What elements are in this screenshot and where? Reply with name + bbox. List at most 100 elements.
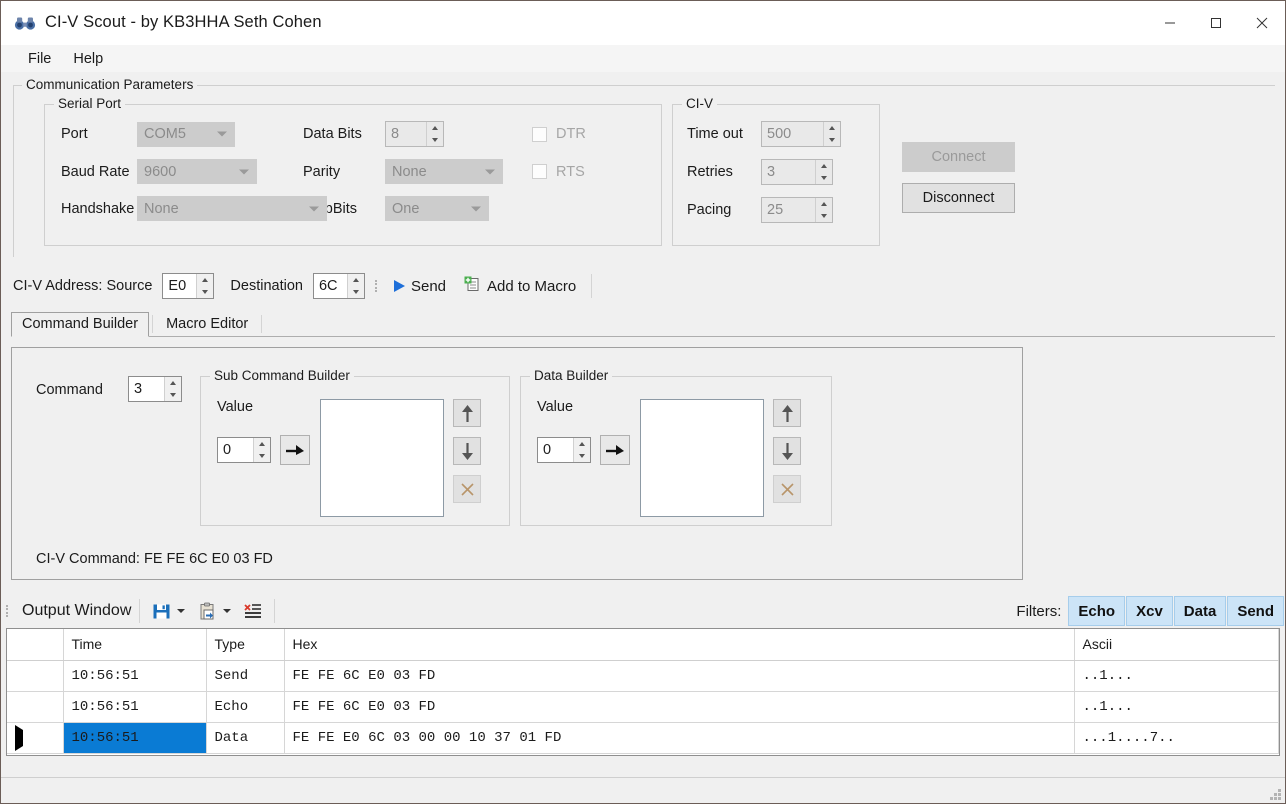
baud-rate-select[interactable]: 9600	[137, 159, 257, 184]
spin-up-icon[interactable]	[254, 438, 270, 450]
filter-xcv-button[interactable]: Xcv	[1126, 596, 1173, 626]
sub-command-move-up-button[interactable]	[453, 399, 481, 427]
column-header-hex[interactable]: Hex	[284, 629, 1074, 660]
spin-down-icon[interactable]	[427, 134, 443, 146]
data-bits-spin-arrows[interactable]	[426, 122, 443, 146]
minimize-button[interactable]	[1147, 1, 1193, 45]
spin-down-icon[interactable]	[254, 450, 270, 462]
cell-type[interactable]: Echo	[206, 691, 284, 722]
filter-echo-button[interactable]: Echo	[1068, 596, 1125, 626]
spin-up-icon[interactable]	[427, 122, 443, 134]
spin-down-icon[interactable]	[348, 286, 364, 298]
cell-hex[interactable]: FE FE E0 6C 03 00 00 10 37 01 FD	[284, 722, 1074, 753]
retries-stepper[interactable]: 3	[761, 159, 833, 185]
data-bits-stepper[interactable]: 8	[385, 121, 444, 147]
data-builder-spin-arrows[interactable]	[573, 438, 590, 462]
spin-up-icon[interactable]	[816, 198, 832, 210]
connect-button[interactable]: Connect	[902, 142, 1015, 172]
save-dropdown-button[interactable]	[174, 598, 188, 624]
tab-macro-editor[interactable]: Macro Editor	[156, 313, 258, 336]
cell-ascii[interactable]: ..1...	[1074, 660, 1279, 691]
spin-down-icon[interactable]	[574, 450, 590, 462]
column-header-type[interactable]: Type	[206, 629, 284, 660]
sub-command-spin-arrows[interactable]	[253, 438, 270, 462]
add-to-macro-button[interactable]: Add to Macro	[457, 273, 583, 300]
sub-command-add-button[interactable]	[280, 435, 310, 465]
stop-bits-select[interactable]: One	[385, 196, 489, 221]
cell-time[interactable]: 10:56:51	[63, 722, 206, 753]
command-stepper[interactable]: 3	[128, 376, 182, 402]
column-header-ascii[interactable]: Ascii	[1074, 629, 1279, 660]
spin-up-icon[interactable]	[574, 438, 590, 450]
table-row[interactable]: 10:56:51 Echo FE FE 6C E0 03 FD ..1...	[7, 691, 1279, 722]
destination-address-stepper[interactable]: 6C	[313, 273, 365, 299]
port-select[interactable]: COM5	[137, 122, 235, 147]
maximize-button[interactable]	[1193, 1, 1239, 45]
save-button[interactable]	[148, 598, 174, 624]
data-builder-add-button[interactable]	[600, 435, 630, 465]
menu-item-help[interactable]: Help	[62, 48, 114, 70]
copy-button[interactable]	[194, 598, 220, 624]
sub-command-delete-button[interactable]	[453, 475, 481, 503]
close-button[interactable]	[1239, 1, 1285, 45]
rts-checkbox[interactable]	[532, 164, 547, 179]
sub-command-value-stepper[interactable]: 0	[217, 437, 271, 463]
data-builder-move-down-button[interactable]	[773, 437, 801, 465]
destination-spin-arrows[interactable]	[347, 274, 364, 298]
data-builder-value-stepper[interactable]: 0	[537, 437, 591, 463]
spin-up-icon[interactable]	[165, 377, 181, 389]
table-row[interactable]: 10:56:51 Data FE FE E0 6C 03 00 00 10 37…	[7, 722, 1279, 753]
copy-dropdown-button[interactable]	[220, 598, 234, 624]
cell-type[interactable]: Data	[206, 722, 284, 753]
parity-select[interactable]: None	[385, 159, 503, 184]
data-builder-move-up-button[interactable]	[773, 399, 801, 427]
cell-ascii[interactable]: ..1...	[1074, 691, 1279, 722]
table-row[interactable]: 10:56:51 Send FE FE 6C E0 03 FD ..1...	[7, 660, 1279, 691]
filter-data-button[interactable]: Data	[1174, 596, 1227, 626]
handshake-select[interactable]: None	[137, 196, 327, 221]
play-icon	[394, 280, 405, 292]
data-builder-delete-button[interactable]	[773, 475, 801, 503]
send-button[interactable]: Send	[387, 275, 453, 298]
data-builder-list[interactable]	[640, 399, 764, 517]
spin-down-icon[interactable]	[197, 286, 213, 298]
spin-up-icon[interactable]	[197, 274, 213, 286]
spin-up-icon[interactable]	[348, 274, 364, 286]
communication-parameters-title: Communication Parameters	[22, 77, 197, 92]
timeout-spin-arrows[interactable]	[823, 122, 840, 146]
cell-hex[interactable]: FE FE 6C E0 03 FD	[284, 691, 1074, 722]
sub-command-move-down-button[interactable]	[453, 437, 481, 465]
tab-command-builder[interactable]: Command Builder	[11, 312, 149, 337]
menu-item-file[interactable]: File	[17, 48, 62, 70]
toolbar-drag-handle[interactable]	[375, 276, 383, 296]
filter-send-button[interactable]: Send	[1227, 596, 1284, 626]
spin-down-icon[interactable]	[165, 389, 181, 401]
cell-type[interactable]: Send	[206, 660, 284, 691]
source-spin-arrows[interactable]	[196, 274, 213, 298]
output-grid[interactable]: Time Type Hex Ascii 10:56:51 Send FE FE …	[6, 628, 1280, 756]
sub-command-list[interactable]	[320, 399, 444, 517]
spin-down-icon[interactable]	[824, 134, 840, 146]
cell-ascii[interactable]: ...1....7..	[1074, 722, 1279, 753]
cell-time[interactable]: 10:56:51	[63, 691, 206, 722]
column-header-time[interactable]: Time	[63, 629, 206, 660]
pacing-spin-arrows[interactable]	[815, 198, 832, 222]
dtr-checkbox[interactable]	[532, 127, 547, 142]
spin-up-icon[interactable]	[824, 122, 840, 134]
spin-down-icon[interactable]	[816, 210, 832, 222]
spin-down-icon[interactable]	[816, 172, 832, 184]
cell-time[interactable]: 10:56:51	[63, 660, 206, 691]
source-address-stepper[interactable]: E0	[162, 273, 214, 299]
command-spin-arrows[interactable]	[164, 377, 181, 401]
connection-buttons: Connect Disconnect	[902, 104, 1015, 246]
spin-up-icon[interactable]	[816, 160, 832, 172]
retries-spin-arrows[interactable]	[815, 160, 832, 184]
menu-bar: File Help	[1, 45, 1285, 73]
timeout-stepper[interactable]: 500	[761, 121, 841, 147]
disconnect-button[interactable]: Disconnect	[902, 183, 1015, 213]
output-toolbar-drag-handle[interactable]	[6, 601, 14, 621]
cell-hex[interactable]: FE FE 6C E0 03 FD	[284, 660, 1074, 691]
clear-output-button[interactable]	[240, 598, 266, 624]
pacing-stepper[interactable]: 25	[761, 197, 833, 223]
resize-grip[interactable]	[1267, 786, 1281, 800]
